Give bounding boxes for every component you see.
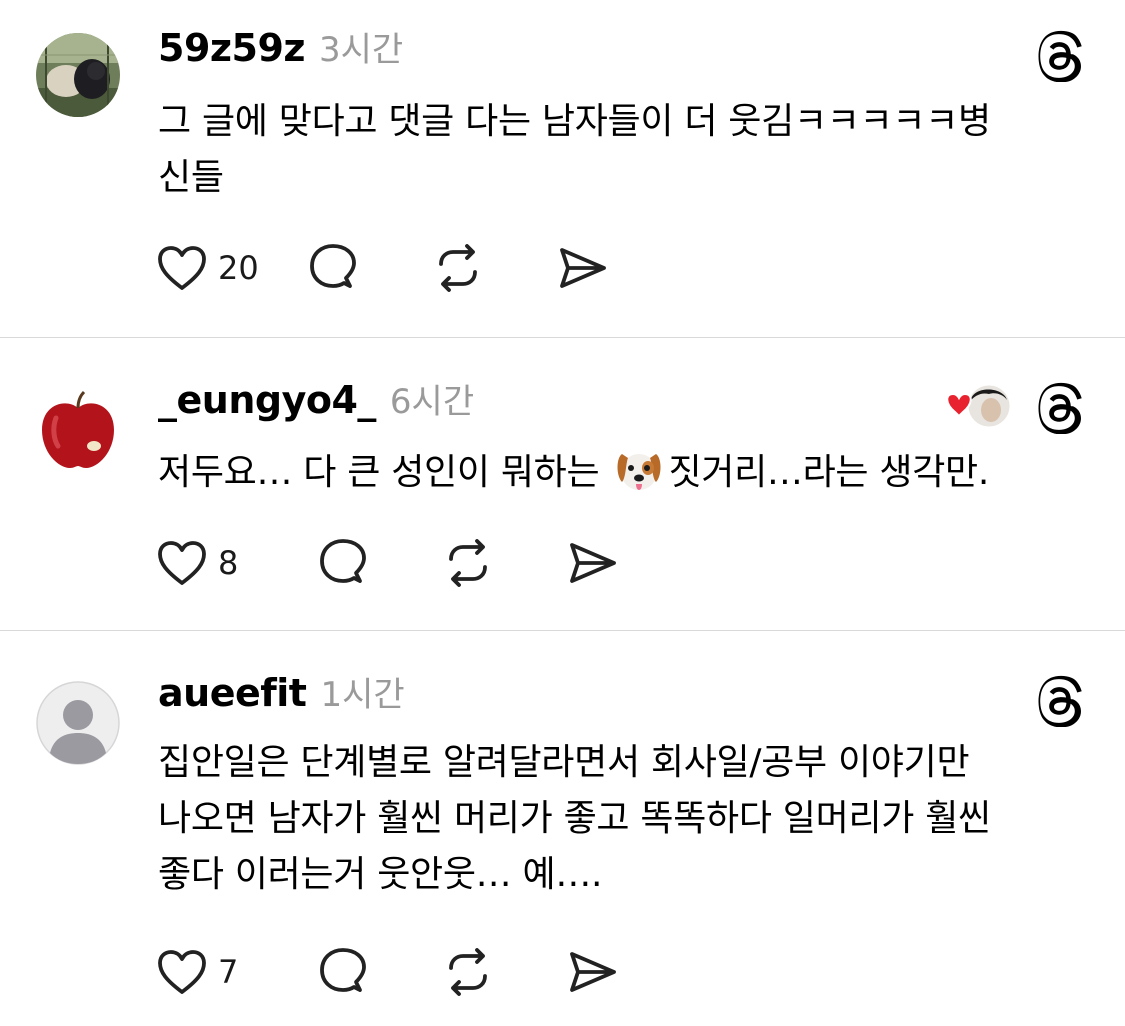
send-arrow-icon — [570, 952, 616, 992]
repost-arrows-icon — [449, 948, 487, 996]
dog-face-icon — [617, 454, 661, 490]
share-button[interactable] — [566, 535, 636, 591]
default-person-avatar-icon — [36, 681, 120, 765]
heart-outline-icon — [158, 541, 206, 585]
timestamp: 6시간 — [389, 382, 475, 422]
repost-button[interactable] — [441, 944, 566, 1000]
post-header: 59z59z 3시간 — [158, 22, 403, 82]
heart-outline-icon — [158, 246, 206, 290]
threads-logo-icon[interactable] — [1035, 382, 1087, 434]
timestamp: 3시간 — [319, 30, 404, 70]
username[interactable]: 59z59z — [158, 26, 306, 70]
post-body-line: 저두요… 다 큰 성인이 뭐하는 짓거리…라는 생각만. — [158, 445, 1078, 501]
post-body-line: 나오면 남자가 훨씬 머리가 좋고 똑똑하다 일머리가 훨씬 — [158, 798, 991, 839]
post-body-text: 저두요… 다 큰 성인이 뭐하는 — [158, 452, 611, 493]
apple-avatar-icon — [36, 388, 120, 472]
post-body-line: 좋다 이러는거 웃안웃… 예…. — [158, 854, 603, 895]
reply-button[interactable] — [306, 240, 431, 296]
username[interactable]: _eungyo4_ — [158, 378, 376, 422]
avatar-eungyo4[interactable] — [36, 388, 120, 472]
speech-bubble-icon — [320, 539, 366, 583]
post-body: 집안일은 단계별로 알려달라면서 회사일/공부 이야기만 나오면 남자가 훨씬 … — [158, 735, 1078, 903]
post-body-text: 짓거리…라는 생각만. — [668, 452, 989, 493]
speech-bubble-icon — [310, 244, 356, 288]
post-3: aueefit 1시간 집안일은 단계별로 알려달라면서 회사일/공부 이야기만… — [0, 631, 1125, 1026]
post-header: aueefit 1시간 — [158, 667, 405, 727]
like-count: 8 — [218, 544, 239, 582]
repost-button[interactable] — [441, 535, 566, 591]
post-body-line: 신들 — [158, 157, 224, 198]
like-button[interactable]: 7 — [156, 944, 316, 1000]
post-body: 저두요… 다 큰 성인이 뭐하는 짓거리…라는 생각만. — [158, 445, 1078, 501]
post-1: 59z59z 3시간 그 글에 맞다고 댓글 다는 남자들이 더 웃김ㅋㅋㅋㅋㅋ… — [0, 0, 1125, 337]
action-bar: 20 — [156, 240, 626, 296]
timestamp: 1시간 — [320, 675, 405, 715]
photo-avatar-icon — [36, 33, 120, 117]
like-button[interactable]: 20 — [156, 240, 306, 296]
post-body-line: 집안일은 단계별로 알려달라면서 회사일/공부 이야기만 — [158, 742, 970, 783]
post-header: _eungyo4_ 6시간 — [158, 374, 474, 434]
avatar-59z59z[interactable] — [36, 33, 120, 117]
reply-button[interactable] — [316, 535, 441, 591]
send-arrow-icon — [560, 248, 606, 288]
threads-logo-icon[interactable] — [1035, 675, 1087, 727]
like-count: 7 — [218, 953, 239, 991]
send-arrow-icon — [570, 543, 616, 583]
speech-bubble-icon — [320, 948, 366, 992]
reply-button[interactable] — [316, 944, 441, 1000]
action-bar: 7 — [156, 944, 636, 1000]
threads-logo-icon[interactable] — [1035, 30, 1087, 82]
like-count: 20 — [218, 249, 259, 287]
post-body: 그 글에 맞다고 댓글 다는 남자들이 더 웃김ㅋㅋㅋㅋㅋ병 신들 — [158, 94, 1078, 206]
repost-arrows-icon — [449, 539, 487, 587]
heart-outline-icon — [158, 950, 206, 994]
repost-button[interactable] — [431, 240, 556, 296]
share-button[interactable] — [556, 240, 626, 296]
username[interactable]: aueefit — [158, 671, 307, 715]
post-2: _eungyo4_ 6시간 저두요… 다 큰 성인이 뭐하는 짓거리…라는 생각… — [0, 338, 1125, 630]
share-button[interactable] — [566, 944, 636, 1000]
repost-arrows-icon — [439, 244, 477, 292]
avatar-aueefit[interactable] — [36, 681, 120, 765]
liker-avatar-icon — [946, 382, 1013, 430]
action-bar: 8 — [156, 535, 636, 591]
post-body-line: 그 글에 맞다고 댓글 다는 남자들이 더 웃김ㅋㅋㅋㅋㅋ병 — [158, 101, 991, 142]
like-button[interactable]: 8 — [156, 535, 316, 591]
